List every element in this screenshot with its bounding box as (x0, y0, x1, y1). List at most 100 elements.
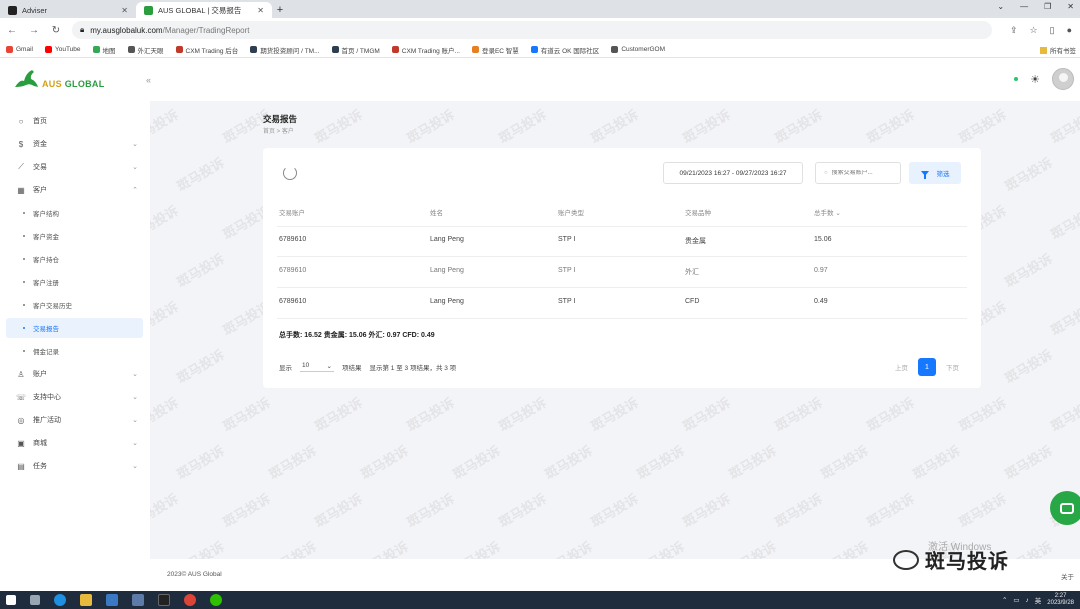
column-header-account[interactable]: 交易账户 (279, 207, 305, 217)
chrome-icon[interactable] (184, 594, 196, 606)
next-page-button[interactable]: 下页 (946, 362, 959, 372)
aus-global-logo[interactable]: AUS GLOBAL (12, 67, 105, 89)
star-icon[interactable]: ☆ (1030, 25, 1038, 36)
column-header-total-lots[interactable]: 总手数 ⌄ (814, 207, 841, 217)
date-range-picker[interactable]: 09/21/2023 16:27 - 09/27/2023 16:27 (663, 162, 803, 184)
bookmark-item[interactable]: 外汇天眼 (127, 45, 164, 55)
bookmark-label: CustomerGOM (621, 46, 666, 53)
bookmark-item[interactable]: 有道云 OK 国际社区 (530, 45, 599, 55)
task-view-icon[interactable] (30, 595, 40, 605)
breadcrumb[interactable]: 首页 > 客户 (263, 126, 294, 135)
theme-toggle-icon[interactable]: ☀ (1030, 73, 1040, 86)
sidebar-item[interactable]: ◎ 推广活动 ⌄ (0, 410, 150, 430)
browser-tab-adviser[interactable]: Adviser ✕ (0, 2, 136, 18)
chevron-down-icon: ⌄ (132, 371, 138, 378)
column-header-name[interactable]: 姓名 (430, 207, 443, 217)
sidebar-item[interactable]: ☏ 支持中心 ⌄ (0, 387, 150, 407)
edge-icon[interactable] (54, 594, 66, 606)
summary-totals: 总手数: 16.52 贵金属: 15.06 外汇: 0.97 CFD: 0.49 (279, 332, 435, 339)
promo-icon: ◎ (17, 415, 25, 425)
sidebar-item[interactable]: $ 资金 ⌄ (0, 134, 150, 154)
refresh-icon[interactable] (283, 166, 297, 180)
info-icon[interactable]: I (572, 267, 575, 274)
forward-arrow-icon[interactable]: → (28, 25, 40, 36)
sidebar-subitem[interactable]: 客户注册 (0, 272, 150, 292)
input-language[interactable]: 英 (1035, 595, 1042, 605)
column-header-symbol[interactable]: 交易品种 (685, 207, 711, 217)
watermark-text: 斑马投诉 (1001, 442, 1055, 482)
restore-icon[interactable]: ❐ (1044, 2, 1051, 11)
sidebar-subitem[interactable]: 佣金记录 (0, 341, 150, 361)
wechat-taskbar-icon[interactable] (210, 594, 222, 606)
watermark-text: 斑马投诉 (955, 106, 1009, 146)
chat-button[interactable] (1050, 491, 1080, 525)
column-header-account-type[interactable]: 账户类型 (558, 207, 584, 217)
sidebar: ○ 首页 $ 资金 ⌄ ⟋ 交易 ⌄ ▦ 客户 ⌃ 客户结构客户资金客户持仓客户注册客户交易历史 交易报… (0, 101, 150, 591)
network-icon[interactable]: ▭ (1013, 596, 1019, 604)
share-icon[interactable]: ⇪ (1010, 25, 1018, 36)
new-tab-button[interactable]: + (272, 2, 288, 18)
search-input[interactable] (831, 170, 892, 176)
sidebar-subitem[interactable]: 客户结构 (0, 203, 150, 223)
collapse-sidebar-icon[interactable]: « (146, 75, 151, 85)
wechat-icon (893, 549, 919, 570)
bookmark-item[interactable]: CustomerGOM (611, 46, 665, 53)
mail-icon[interactable] (106, 594, 118, 606)
minimize-icon[interactable]: — (1020, 2, 1028, 11)
bookmark-item[interactable]: 期货投资顾问 / TM... (250, 45, 320, 55)
watermark-text: 斑马投诉 (173, 442, 227, 482)
sidebar-item[interactable]: ▤ 任务 ⌄ (0, 456, 150, 476)
sidebar-item[interactable]: ▦ 客户 ⌃ (0, 180, 150, 200)
app-icon[interactable] (132, 594, 144, 606)
close-icon[interactable]: ✕ (121, 6, 128, 15)
sidebar-item[interactable]: ▣ 商城 ⌄ (0, 433, 150, 453)
sidebar-subitem-label: 客户资金 (33, 234, 59, 241)
bookmark-item[interactable]: 首页 / TMGM (331, 45, 380, 55)
prev-page-button[interactable]: 上页 (895, 362, 908, 372)
info-icon[interactable]: I (572, 298, 575, 305)
tray-arrow-icon[interactable]: ⌃ (1002, 596, 1007, 604)
sidepanel-icon[interactable]: ▯ (1050, 25, 1055, 36)
reload-icon[interactable]: ↻ (50, 25, 62, 36)
windows-start-icon[interactable] (6, 595, 16, 605)
bookmark-item[interactable]: Gmail (6, 46, 33, 53)
volume-icon[interactable]: ♪ (1026, 597, 1029, 604)
url-field[interactable]: 🔒︎ my.ausglobaluk.com/Manager/TradingRep… (72, 21, 992, 39)
file-explorer-icon[interactable] (80, 594, 92, 606)
sidebar-item[interactable]: ⟋ 交易 ⌄ (0, 157, 150, 177)
bookmark-item[interactable]: CXM Trading 账户... (391, 45, 460, 55)
sidebar-subitem[interactable]: 客户交易历史 (0, 295, 150, 315)
search-box[interactable]: ○ (815, 162, 901, 184)
sidebar-item-label: 客户 (33, 187, 47, 194)
cell-text: Lang Peng (430, 267, 464, 274)
filter-button[interactable]: 筛选 (909, 162, 961, 184)
sidebar-item[interactable]: ♙ 账户 ⌄ (0, 364, 150, 384)
browser-tab-trading-report[interactable]: AUS GLOBAL | 交易报告 ✕ (136, 2, 272, 18)
bookmark-item[interactable]: CXM Trading 后台 (175, 45, 239, 55)
sidebar-item[interactable]: ○ 首页 (0, 111, 150, 131)
profile-icon[interactable]: ● (1067, 25, 1072, 36)
avatar[interactable] (1052, 68, 1074, 90)
bookmark-item[interactable]: 地图 (92, 45, 116, 55)
info-icon[interactable]: I (572, 236, 575, 243)
chevron-down-icon: ⌄ (132, 417, 138, 424)
close-window-icon[interactable]: ✕ (1067, 2, 1074, 11)
show-label: 显示 (279, 365, 292, 372)
about-link[interactable]: 关于 (1061, 571, 1074, 581)
close-icon[interactable]: ✕ (257, 6, 264, 15)
terminal-icon[interactable] (158, 594, 170, 606)
bookmark-item[interactable]: 登录EC 智慧 (471, 45, 519, 55)
page-1-button[interactable]: 1 (918, 358, 936, 376)
clock[interactable]: 2:27 2023/9/28 (1047, 593, 1074, 607)
all-bookmarks-button[interactable]: 所有书签 (1040, 45, 1076, 55)
sidebar-subitem[interactable]: 交易报告 (6, 318, 143, 338)
home-icon: ○ (18, 116, 24, 126)
page-size-select[interactable]: 10 ⌄ (300, 362, 334, 372)
bookmark-label: CXM Trading 后台 (185, 47, 239, 55)
bookmark-item[interactable]: YouTube (44, 46, 81, 53)
tab-search-icon[interactable]: ⌄ (997, 2, 1004, 11)
back-arrow-icon[interactable]: ← (6, 25, 18, 36)
sidebar-subitem[interactable]: 客户资金 (0, 226, 150, 246)
cell-text: 0.97 (814, 267, 828, 274)
sidebar-subitem[interactable]: 客户持仓 (0, 249, 150, 269)
